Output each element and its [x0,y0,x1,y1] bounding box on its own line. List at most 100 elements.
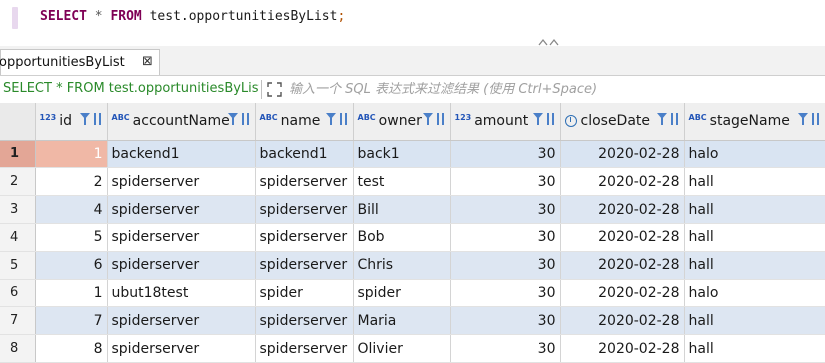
cell-name[interactable]: spiderserver [255,334,354,363]
cell-amount[interactable]: 30 [450,251,561,280]
cell-name[interactable]: spider [255,279,354,308]
row-number[interactable]: 4 [0,223,36,252]
sort-icon[interactable] [241,112,251,126]
cell-accountName[interactable]: spiderserver [107,306,256,336]
tab-opportunitiesByList[interactable]: opportunitiesByList ⊠ [0,49,160,75]
table-row[interactable]: 2 2 spiderserver spiderserver test 30 20… [0,167,825,197]
table-row[interactable]: 7 7 spiderserver spiderserver Maria 30 2… [0,306,825,336]
filter-icon[interactable] [797,112,808,126]
cell-id[interactable]: 2 [35,167,108,197]
row-number[interactable]: 8 [0,334,36,363]
sort-icon[interactable] [339,112,349,126]
cell-closeDate[interactable]: 2020-02-28 [560,251,685,280]
filter-icon[interactable] [79,112,90,126]
table-row[interactable]: 5 6 spiderserver spiderserver Chris 30 2… [0,251,825,280]
cell-owner[interactable]: test [353,167,451,197]
cell-stageName[interactable]: hall [684,334,825,363]
row-number[interactable]: 6 [0,279,36,308]
cell-closeDate[interactable]: 2020-02-28 [560,223,685,252]
cell-name[interactable]: spiderserver [255,167,354,197]
cell-id[interactable]: 1 [35,140,108,169]
cell-closeDate[interactable]: 2020-02-28 [560,306,685,336]
cell-accountName[interactable]: spiderserver [107,223,256,252]
active-query-label[interactable]: SELECT * FROM test.opportunitiesByList [3,81,259,96]
cell-stageName[interactable]: hall [684,306,825,336]
column-header-stageName[interactable]: ABC stageName [684,103,825,141]
filter-icon[interactable] [325,112,336,126]
cell-closeDate[interactable]: 2020-02-28 [560,279,685,308]
column-header-amount[interactable]: 123 amount [450,103,561,141]
sort-icon[interactable] [93,112,103,126]
row-number[interactable]: 1 [0,140,36,169]
cell-closeDate[interactable]: 2020-02-28 [560,140,685,169]
grid-corner[interactable] [0,103,36,141]
cell-name[interactable]: spiderserver [255,251,354,280]
cell-owner[interactable]: Bob [353,223,451,252]
cell-accountName[interactable]: backend1 [107,140,256,169]
cell-id[interactable]: 4 [35,195,108,224]
sort-icon[interactable] [546,112,556,126]
sql-statement[interactable]: SELECT * FROM test.opportunitiesByList; [40,9,345,24]
cell-id[interactable]: 8 [35,334,108,363]
cell-amount[interactable]: 30 [450,195,561,224]
row-number[interactable]: 7 [0,306,36,336]
row-number[interactable]: 2 [0,167,36,197]
table-row[interactable]: 1 1 backend1 backend1 back1 30 2020-02-2… [0,140,825,169]
sql-editor[interactable]: SELECT * FROM test.opportunitiesByList; [0,0,825,46]
close-icon[interactable]: ⊠ [142,54,153,69]
cell-stageName[interactable]: hall [684,251,825,280]
cell-id[interactable]: 6 [35,251,108,280]
cell-accountName[interactable]: spiderserver [107,167,256,197]
cell-closeDate[interactable]: 2020-02-28 [560,195,685,224]
cell-owner[interactable]: Maria [353,306,451,336]
sort-icon[interactable] [670,112,680,126]
column-header-id[interactable]: 123 id [35,103,108,141]
cell-amount[interactable]: 30 [450,167,561,197]
cell-stageName[interactable]: hall [684,195,825,224]
cell-amount[interactable]: 30 [450,140,561,169]
table-row[interactable]: 8 8 spiderserver spiderserver Olivier 30… [0,334,825,363]
table-row[interactable]: 4 5 spiderserver spiderserver Bob 30 202… [0,223,825,252]
row-number[interactable]: 5 [0,251,36,280]
cell-owner[interactable]: Chris [353,251,451,280]
cell-owner[interactable]: spider [353,279,451,308]
column-header-accountName[interactable]: ABC accountName [107,103,256,141]
cell-accountName[interactable]: spiderserver [107,251,256,280]
cell-amount[interactable]: 30 [450,306,561,336]
cell-name[interactable]: spiderserver [255,223,354,252]
column-header-name[interactable]: ABC name [255,103,354,141]
table-row[interactable]: 3 4 spiderserver spiderserver Bill 30 20… [0,195,825,224]
cell-stageName[interactable]: hall [684,167,825,197]
cell-amount[interactable]: 30 [450,223,561,252]
filter-expression-input[interactable] [289,78,819,100]
filter-icon[interactable] [532,112,543,126]
filter-icon[interactable] [656,112,667,126]
cell-owner[interactable]: Olivier [353,334,451,363]
filter-icon[interactable] [422,112,433,126]
cell-owner[interactable]: back1 [353,140,451,169]
cell-name[interactable]: backend1 [255,140,354,169]
sort-icon[interactable] [436,112,446,126]
cell-closeDate[interactable]: 2020-02-28 [560,167,685,197]
cell-name[interactable]: spiderserver [255,306,354,336]
sort-icon[interactable] [811,112,821,126]
cell-accountName[interactable]: ubut18test [107,279,256,308]
cell-name[interactable]: spiderserver [255,195,354,224]
cell-closeDate[interactable]: 2020-02-28 [560,334,685,363]
column-header-owner[interactable]: ABC owner [353,103,451,141]
table-row[interactable]: 6 1 ubut18test spider spider 30 2020-02-… [0,279,825,308]
cell-id[interactable]: 7 [35,306,108,336]
cell-stageName[interactable]: halo [684,279,825,308]
cell-owner[interactable]: Bill [353,195,451,224]
cell-accountName[interactable]: spiderserver [107,334,256,363]
cell-accountName[interactable]: spiderserver [107,195,256,224]
expand-icon[interactable] [266,81,283,98]
cell-id[interactable]: 1 [35,279,108,308]
cell-id[interactable]: 5 [35,223,108,252]
panel-resize-handle-icon[interactable] [538,38,560,46]
column-header-closeDate[interactable]: closeDate [560,103,685,141]
cell-stageName[interactable]: halo [684,140,825,169]
cell-stageName[interactable]: hall [684,223,825,252]
cell-amount[interactable]: 30 [450,279,561,308]
filter-icon[interactable] [227,112,238,126]
